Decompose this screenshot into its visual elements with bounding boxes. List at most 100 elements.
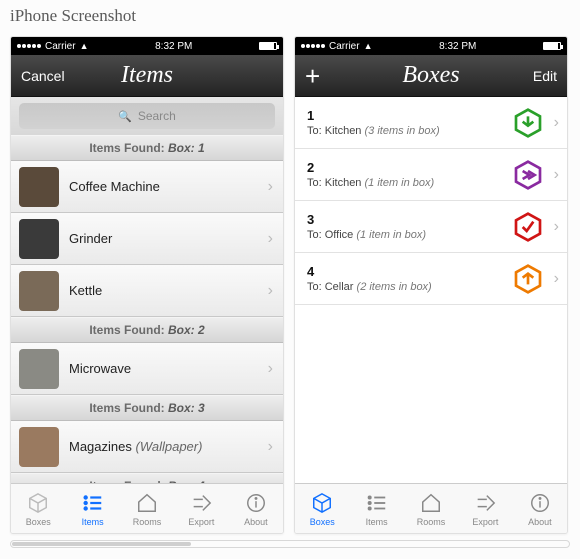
tab-label: Rooms xyxy=(133,517,162,527)
box-destination: To: Kitchen (1 item in box) xyxy=(307,177,502,189)
add-button[interactable]: + xyxy=(305,63,349,89)
item-thumbnail xyxy=(19,427,59,467)
item-thumbnail xyxy=(19,167,59,207)
chevron-right-icon: › xyxy=(268,178,273,196)
phone-right: Carrier ▲ 8:32 PM + Boxes Edit 1 To: Kit… xyxy=(294,36,568,534)
box-row[interactable]: 2 To: Kitchen (1 item in box) › xyxy=(295,149,567,201)
box-icon xyxy=(311,491,333,515)
export-icon xyxy=(474,491,496,515)
item-label: Microwave xyxy=(69,361,258,376)
search-icon: 🔍 xyxy=(118,110,132,123)
tab-label: Rooms xyxy=(417,517,446,527)
chevron-right-icon: › xyxy=(268,360,273,378)
item-thumbnail xyxy=(19,349,59,389)
box-destination: To: Kitchen (3 items in box) xyxy=(307,125,502,137)
signal-icon xyxy=(301,44,325,48)
info-icon xyxy=(529,491,551,515)
section-header: Items Found: Box: 4 xyxy=(11,473,283,483)
item-row[interactable]: Grinder › xyxy=(11,213,283,265)
item-row[interactable]: Microwave › xyxy=(11,343,283,395)
box-status-icon xyxy=(512,159,544,191)
navigation-bar: + Boxes Edit xyxy=(295,55,567,97)
info-icon xyxy=(245,491,267,515)
box-number: 4 xyxy=(307,264,502,279)
tab-export[interactable]: Export xyxy=(174,484,228,533)
page-title: iPhone Screenshot xyxy=(0,0,580,36)
edit-button[interactable]: Edit xyxy=(513,68,557,84)
home-icon xyxy=(420,491,442,515)
chevron-right-icon: › xyxy=(268,230,273,248)
item-thumbnail xyxy=(19,271,59,311)
navigation-bar: Cancel Items xyxy=(11,55,283,97)
export-icon xyxy=(190,491,212,515)
list-icon xyxy=(82,491,104,515)
horizontal-scrollbar[interactable] xyxy=(10,540,570,548)
tab-label: Boxes xyxy=(26,517,51,527)
box-number: 3 xyxy=(307,212,502,227)
chevron-right-icon: › xyxy=(554,270,559,288)
box-row[interactable]: 4 To: Cellar (2 items in box) › xyxy=(295,253,567,305)
tab-label: Export xyxy=(472,517,498,527)
box-row[interactable]: 3 To: Office (1 item in box) › xyxy=(295,201,567,253)
tab-label: About xyxy=(244,517,268,527)
chevron-right-icon: › xyxy=(554,218,559,236)
nav-title: Items xyxy=(65,62,229,89)
tab-about[interactable]: About xyxy=(229,484,283,533)
box-status-icon xyxy=(512,107,544,139)
item-label: Magazines (Wallpaper) xyxy=(69,439,258,454)
tab-boxes[interactable]: Boxes xyxy=(11,484,65,533)
box-row[interactable]: 1 To: Kitchen (3 items in box) › xyxy=(295,97,567,149)
items-list[interactable]: 🔍 Search Items Found: Box: 1 Coffee Mach… xyxy=(11,97,283,483)
item-label: Kettle xyxy=(69,283,258,298)
status-bar: Carrier ▲ 8:32 PM xyxy=(11,37,283,55)
item-thumbnail xyxy=(19,219,59,259)
item-label: Grinder xyxy=(69,231,258,246)
item-row[interactable]: Kettle › xyxy=(11,265,283,317)
tab-label: Export xyxy=(188,517,214,527)
phone-left: Carrier ▲ 8:32 PM Cancel Items 🔍 Search … xyxy=(10,36,284,534)
chevron-right-icon: › xyxy=(554,166,559,184)
search-wrap: 🔍 Search xyxy=(11,97,283,135)
tab-boxes[interactable]: Boxes xyxy=(295,484,349,533)
tab-rooms[interactable]: Rooms xyxy=(120,484,174,533)
section-header: Items Found: Box: 3 xyxy=(11,395,283,421)
scrollbar-thumb[interactable] xyxy=(12,542,191,546)
boxes-list[interactable]: 1 To: Kitchen (3 items in box) › 2 To: K… xyxy=(295,97,567,483)
battery-icon xyxy=(543,42,561,50)
tab-export[interactable]: Export xyxy=(458,484,512,533)
box-status-icon xyxy=(512,263,544,295)
tab-label: About xyxy=(528,517,552,527)
box-number: 1 xyxy=(307,108,502,123)
phones-row: Carrier ▲ 8:32 PM Cancel Items 🔍 Search … xyxy=(0,36,580,534)
tab-items[interactable]: Items xyxy=(349,484,403,533)
tab-label: Boxes xyxy=(310,517,335,527)
list-icon xyxy=(366,491,388,515)
tab-label: Items xyxy=(82,517,104,527)
status-bar: Carrier ▲ 8:32 PM xyxy=(295,37,567,55)
tab-label: Items xyxy=(366,517,388,527)
tab-bar: Boxes Items Rooms Export xyxy=(11,483,283,533)
carrier-label: Carrier xyxy=(329,41,360,52)
chevron-right-icon: › xyxy=(554,114,559,132)
section-header: Items Found: Box: 2 xyxy=(11,317,283,343)
item-row[interactable]: Coffee Machine › xyxy=(11,161,283,213)
nav-title: Boxes xyxy=(349,62,513,89)
status-time: 8:32 PM xyxy=(155,41,192,52)
cancel-button[interactable]: Cancel xyxy=(21,68,65,84)
tab-rooms[interactable]: Rooms xyxy=(404,484,458,533)
wifi-icon: ▲ xyxy=(364,41,373,51)
chevron-right-icon: › xyxy=(268,282,273,300)
search-input[interactable]: 🔍 Search xyxy=(19,103,275,129)
section-header: Items Found: Box: 1 xyxy=(11,135,283,161)
tab-bar: Boxes Items Rooms Export xyxy=(295,483,567,533)
status-time: 8:32 PM xyxy=(439,41,476,52)
box-destination: To: Cellar (2 items in box) xyxy=(307,281,502,293)
home-icon xyxy=(136,491,158,515)
item-row[interactable]: Magazines (Wallpaper) › xyxy=(11,421,283,473)
item-label: Coffee Machine xyxy=(69,179,258,194)
battery-icon xyxy=(259,42,277,50)
signal-icon xyxy=(17,44,41,48)
chevron-right-icon: › xyxy=(268,438,273,456)
tab-about[interactable]: About xyxy=(513,484,567,533)
tab-items[interactable]: Items xyxy=(65,484,119,533)
